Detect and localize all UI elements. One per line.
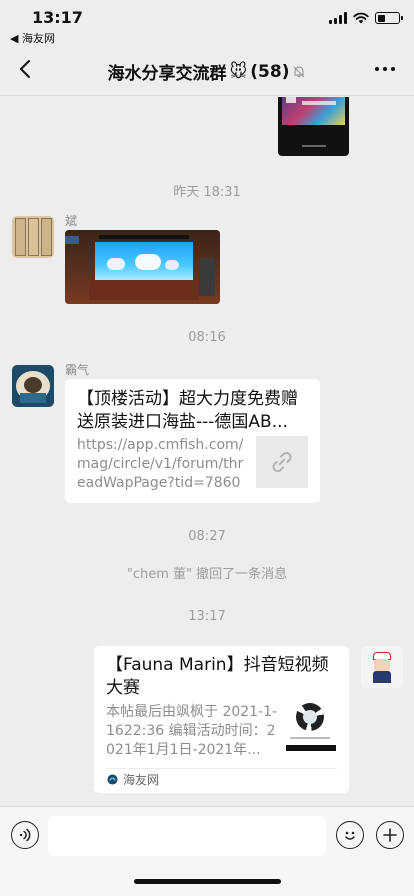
group-name: 海水分享交流群 <box>107 64 227 84</box>
battery-icon <box>375 12 403 24</box>
more-actions-button[interactable] <box>376 821 404 849</box>
image-message[interactable] <box>278 97 349 156</box>
link-card-url: https://app.cmfish.com/mag/circle/v1/for… <box>77 437 244 491</box>
home-indicator <box>134 879 281 884</box>
sender-name: 霸气 <box>65 363 90 377</box>
app-source-name: 海友网 <box>123 773 160 787</box>
more-options-button[interactable] <box>370 56 400 82</box>
input-bar <box>0 806 414 896</box>
mute-bell-icon <box>294 65 305 77</box>
app-share-description: 本帖最后由飒枫于 2021-1-1622:36 编辑活动时间：2021年1月1日… <box>106 704 278 758</box>
chat-header: 海水分享交流群 🐭 (58) <box>0 46 414 96</box>
avatar[interactable] <box>12 216 54 258</box>
timestamp: 13:17 <box>188 609 226 624</box>
app-share-card[interactable]: 【Fauna Marin】抖音短视频大赛 本帖最后由飒枫于 2021-1-162… <box>94 646 349 793</box>
sender-name: 斌 <box>65 214 78 228</box>
status-time: 13:17 <box>32 8 83 27</box>
link-thumbnail <box>256 436 308 488</box>
status-bar: 13:17 ◀ 海友网 <box>0 0 414 46</box>
recall-notice: "chem 董" 撤回了一条消息 <box>126 567 288 582</box>
emoji-button[interactable] <box>336 821 364 849</box>
group-emoji-icon: 🐭 <box>229 61 248 82</box>
message-input[interactable] <box>48 816 326 856</box>
timestamp: 昨天 18:31 <box>173 185 241 200</box>
qr-code-thumbnail <box>284 699 338 753</box>
link-card-title: 【顶楼活动】超大力度免费赠送原装进口海盐---德国AB... <box>77 389 298 432</box>
avatar[interactable] <box>12 365 54 407</box>
link-card[interactable]: 【顶楼活动】超大力度免费赠送原装进口海盐---德国AB... https://a… <box>65 379 320 503</box>
voice-icon <box>19 828 31 842</box>
chat-messages[interactable]: 昨天 18:31 斌 08:16 霸气 【顶楼活动】超大力度免费赠送原装进口海盐… <box>0 97 414 806</box>
member-count: (58) <box>250 61 290 82</box>
chat-title: 海水分享交流群 🐭 (58) <box>70 59 344 84</box>
back-button[interactable] <box>10 54 40 84</box>
site-logo-icon <box>107 774 118 785</box>
chevron-left-icon <box>20 60 30 78</box>
voice-input-button[interactable] <box>11 821 39 849</box>
aquarium-photo-message[interactable] <box>65 230 220 304</box>
link-icon <box>272 451 292 473</box>
signal-icon <box>329 12 347 24</box>
timestamp: 08:27 <box>188 529 226 544</box>
status-icons <box>329 12 403 24</box>
smiley-icon <box>345 831 355 840</box>
timestamp: 08:16 <box>188 330 226 345</box>
avatar[interactable] <box>361 646 403 688</box>
plus-icon <box>383 828 397 842</box>
back-to-app-link[interactable]: ◀ 海友网 <box>10 30 55 46</box>
app-share-title: 【Fauna Marin】抖音短视频大赛 <box>106 655 329 698</box>
wifi-icon <box>353 12 369 24</box>
